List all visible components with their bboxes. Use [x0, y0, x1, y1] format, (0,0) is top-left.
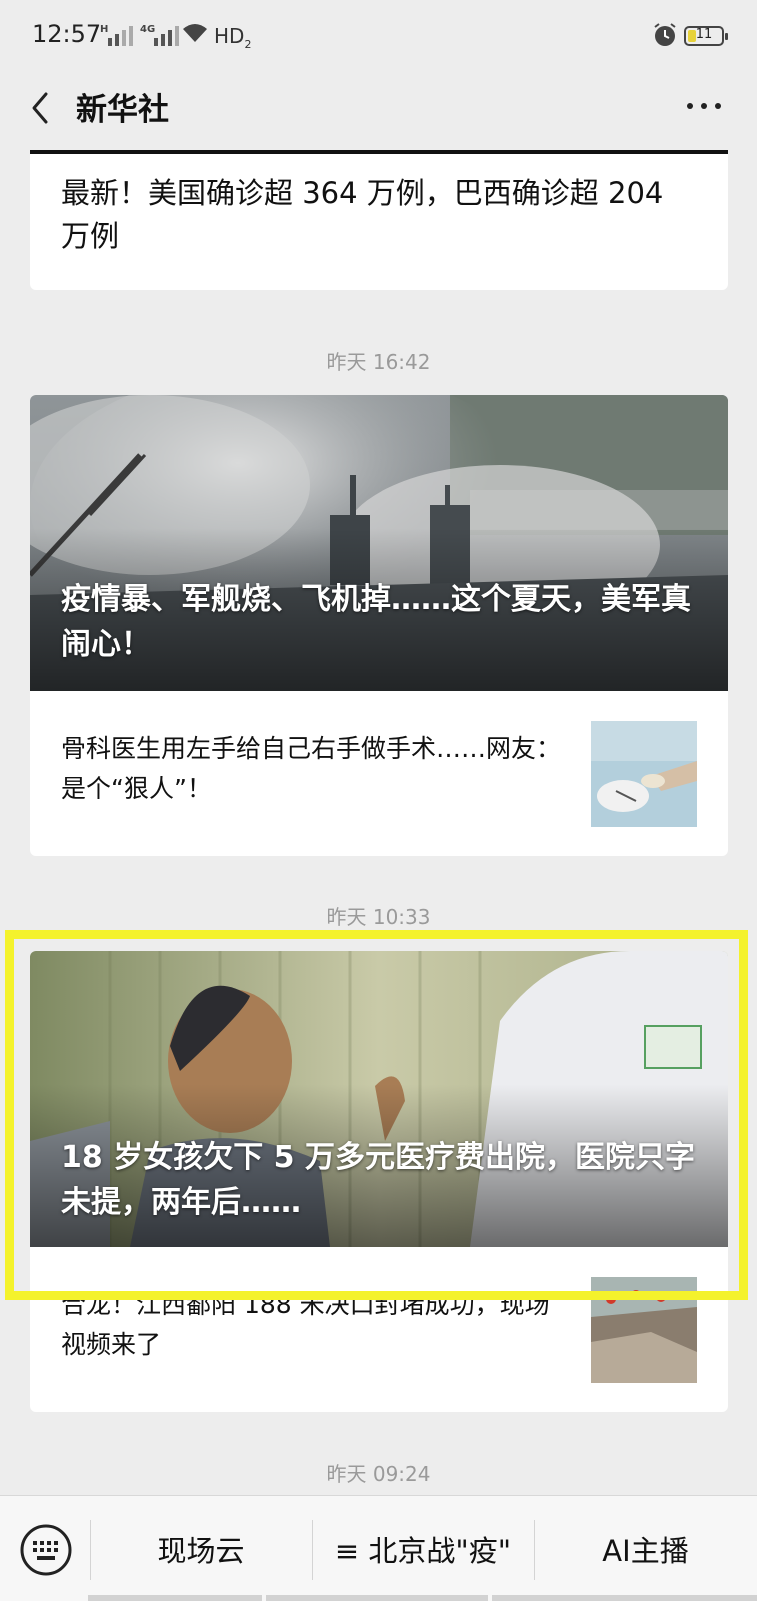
article-title[interactable]: 最新！美国确诊超 364 万例，巴西确诊超 204 万例 [61, 172, 701, 258]
more-icon[interactable] [684, 96, 724, 116]
menu-item-beijing-fight-epidemic[interactable]: ≡ 北京战"疫" [312, 1496, 534, 1601]
signal-4g-icon [154, 26, 179, 46]
status-time: 12:57 [32, 20, 102, 48]
back-arrow-icon[interactable] [22, 88, 62, 128]
sub-article-item[interactable]: 合龙！江西鄱阳 188 米决口封堵成功，现场视频来了 [30, 1247, 728, 1412]
signal-icon [108, 26, 133, 46]
sub-article-title[interactable]: 合龙！江西鄱阳 188 米决口封堵成功，现场视频来了 [61, 1285, 561, 1365]
status-bar: 12:57 H 4G HD2 11 [0, 0, 757, 74]
battery-icon: 11 [684, 26, 728, 46]
message-feed[interactable]: 最新！美国确诊超 364 万例，巴西确诊超 204 万例 昨天 16:42 疫情… [0, 150, 757, 1495]
menu-underline [88, 1595, 262, 1601]
alarm-icon [654, 23, 676, 46]
message-timestamp: 昨天 16:42 [326, 350, 431, 374]
thumbnail-flood-image [591, 1277, 697, 1383]
keyboard-icon[interactable] [20, 1524, 72, 1576]
page-title: 新华社 [76, 92, 169, 128]
battery-percent: 11 [695, 27, 713, 42]
menu-item-xianchangyun[interactable]: 现场云 [90, 1496, 312, 1601]
signal-4g-label: 4G [140, 24, 156, 35]
sub-article-title[interactable]: 骨科医生用左手给自己右手做手术……网友：是个“狠人”！ [61, 729, 561, 809]
menu-item-ai-anchor[interactable]: AI主播 [534, 1496, 757, 1601]
article-group-card[interactable]: 疫情暴、军舰烧、飞机掉……这个夏天，美军真闹心！ 骨科医生用左手给自己右手做手术… [30, 395, 728, 856]
network-label: HD2 [214, 24, 252, 51]
article-card[interactable]: 最新！美国确诊超 364 万例，巴西确诊超 204 万例 [30, 150, 728, 290]
article-group-card[interactable]: 18 岁女孩欠下 5 万多元医疗费出院，医院只字未提，两年后…… 合龙！江西鄱阳… [30, 951, 728, 1412]
sub-article-item[interactable]: 骨科医生用左手给自己右手做手术……网友：是个“狠人”！ [30, 691, 728, 856]
cover-article-title[interactable]: 疫情暴、军舰烧、飞机掉……这个夏天，美军真闹心！ [61, 577, 701, 667]
message-timestamp: 昨天 09:24 [326, 1462, 431, 1486]
article-image-edge [30, 150, 728, 154]
bottom-menu-bar: 现场云 ≡ 北京战"疫" AI主播 [0, 1495, 757, 1601]
cover-article-title[interactable]: 18 岁女孩欠下 5 万多元医疗费出院，医院只字未提，两年后…… [61, 1135, 701, 1225]
message-timestamp: 昨天 10:33 [326, 905, 431, 929]
chat-header: 新华社 [0, 74, 757, 150]
cover-article[interactable]: 疫情暴、军舰烧、飞机掉……这个夏天，美军真闹心！ [30, 395, 728, 691]
menu-underline [492, 1595, 757, 1601]
wifi-icon [183, 24, 207, 42]
menu-underline [266, 1595, 488, 1601]
cover-article[interactable]: 18 岁女孩欠下 5 万多元医疗费出院，医院只字未提，两年后…… [30, 951, 728, 1247]
thumbnail-surgery-image [591, 721, 697, 827]
